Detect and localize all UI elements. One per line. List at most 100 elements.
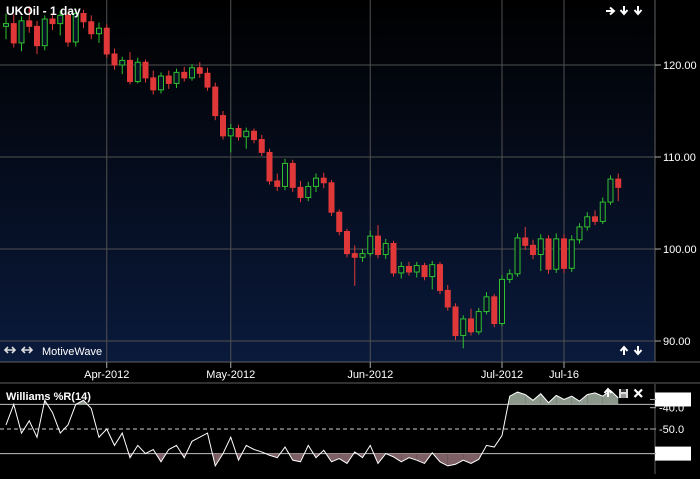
save-icon[interactable] [619, 389, 628, 398]
candle-body [103, 27, 110, 55]
candle-body [437, 264, 443, 291]
candle-body [545, 238, 552, 270]
candle-body [189, 67, 195, 79]
candle-body [328, 182, 335, 213]
candle-body [483, 296, 490, 313]
candle-body [127, 59, 133, 83]
candle-down [437, 261, 443, 295]
candle-body [607, 178, 614, 203]
candle-body [584, 216, 591, 228]
candle-body [227, 127, 234, 137]
candle-down [212, 82, 219, 121]
indicator-axis-label: -40.0 [659, 403, 684, 415]
candle-body [561, 238, 567, 269]
candle-body [297, 186, 304, 198]
candle-down [561, 234, 567, 273]
candle-up [282, 158, 288, 191]
candle-body [49, 18, 56, 25]
candle-body [390, 242, 397, 274]
candle-down [266, 148, 273, 185]
candle-body [452, 306, 459, 336]
chart-root: 90.00 100.00 110.00 120.00 UKOil - 1 day Mo… [0, 0, 700, 474]
candle-body [96, 27, 102, 35]
candle-body [592, 216, 598, 222]
candle-body [413, 265, 420, 273]
candle-body [537, 238, 544, 256]
candle-body [212, 86, 219, 117]
candle-body [382, 242, 389, 256]
candle-down [545, 235, 552, 274]
indicator-axis-label: -50.0 [659, 424, 684, 436]
candle-up [514, 233, 521, 277]
chart-title: UKOil - 1 day [6, 4, 81, 18]
candle-body [181, 71, 188, 79]
candle-body [599, 201, 606, 222]
time-axis-label: Jul-16 [549, 369, 579, 381]
candle-body [429, 264, 436, 278]
candle-up [607, 175, 614, 205]
indicator-axis-labels: -14.0-40.0-50.0-80.0 [650, 392, 691, 461]
candle-down [336, 209, 343, 236]
candle-body [444, 289, 451, 308]
candle-down [452, 303, 459, 341]
candle-body [320, 177, 327, 184]
chart-canvas[interactable]: 90.00 100.00 110.00 120.00 UKOil - 1 day Mo… [0, 0, 700, 474]
candle-body [18, 20, 25, 44]
watermark-text: MotiveWave [42, 346, 102, 358]
candle-body [165, 75, 172, 84]
candle-body [522, 237, 529, 246]
candle-body [134, 61, 141, 83]
candle-body [615, 178, 622, 188]
time-axis-label: Jul-2012 [481, 369, 523, 381]
candle-down [344, 228, 350, 258]
candle-body [530, 244, 536, 256]
candle-body [514, 237, 521, 275]
candle-body [568, 239, 575, 269]
price-axis-label: 90.00 [663, 336, 691, 348]
candle-up [475, 307, 482, 335]
candle-body [173, 71, 180, 84]
candle-body [313, 177, 319, 187]
candle-body [491, 296, 498, 325]
candle-body [375, 235, 381, 256]
price-panel-background [0, 0, 655, 362]
candle-body [274, 180, 281, 187]
candle-body [142, 61, 149, 79]
candle-body [158, 75, 164, 91]
candle-up [568, 235, 575, 272]
candle-down [328, 180, 335, 216]
time-axis-label: May-2012 [206, 369, 255, 381]
candle-down [289, 159, 296, 192]
candle-up [553, 233, 560, 273]
candle-body [204, 72, 211, 88]
candle-body [196, 67, 203, 74]
candle-body [359, 253, 366, 258]
candle-body [88, 21, 95, 35]
time-axis-label: Jun-2012 [347, 369, 393, 381]
candle-body [243, 130, 250, 138]
candle-body [65, 14, 71, 43]
candle-body [406, 265, 412, 273]
candle-down [220, 111, 226, 140]
price-axis-labels: 90.00 100.00 110.00 120.00 [655, 60, 697, 348]
candle-up [41, 15, 48, 51]
candle-body [111, 53, 118, 66]
candle-body [475, 311, 482, 333]
indicator-axis-label: -80.0 [659, 449, 684, 461]
candle-body [10, 23, 17, 44]
candle-body [351, 253, 358, 258]
candle-body [34, 25, 40, 47]
candle-body [80, 12, 87, 23]
candle-body [506, 273, 513, 280]
candle-body [258, 139, 265, 153]
candle-body [282, 162, 288, 187]
time-axis-label: Apr-2012 [84, 369, 129, 381]
candle-body [305, 185, 312, 198]
candle-down [390, 240, 397, 277]
candle-body [220, 115, 226, 137]
candle-body [421, 265, 428, 278]
indicator-title: Williams %R(14) [6, 391, 91, 403]
candle-body [344, 231, 350, 255]
candle-body [41, 18, 48, 47]
candle-body [499, 278, 505, 325]
